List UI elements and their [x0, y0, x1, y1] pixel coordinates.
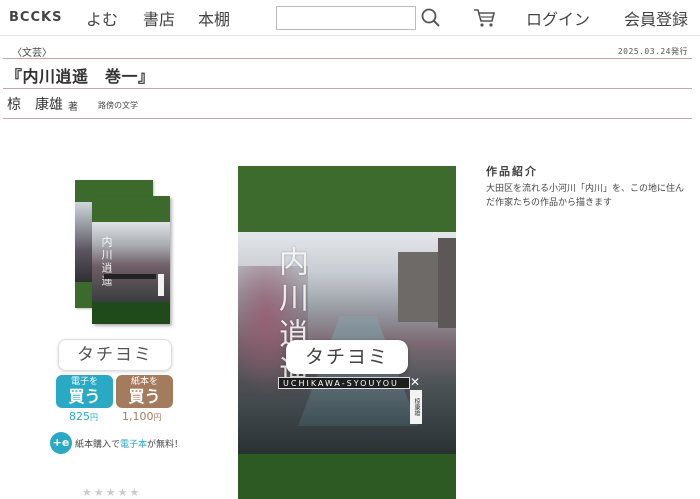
site-logo[interactable]: BCCKS — [9, 10, 62, 25]
rating-stars[interactable]: ★★★★★ — [82, 486, 141, 499]
divider — [3, 118, 692, 119]
cover-romaji: UCHIKAWA-SYOUYOU — [278, 377, 410, 389]
tachiyomi-button[interactable]: タチヨミ — [58, 339, 172, 371]
search-input[interactable] — [276, 6, 416, 30]
publisher-label[interactable]: 路傍の文学 — [98, 100, 138, 111]
description-heading: 作品紹介 — [486, 165, 538, 178]
paper-price: 1,100円 — [122, 410, 162, 423]
nav-hondana[interactable]: 本棚 — [198, 6, 230, 30]
publish-date: 2025.03.24発行 — [617, 47, 688, 56]
search-icon[interactable] — [420, 7, 442, 29]
nav-register[interactable]: 会員登録 — [624, 6, 688, 30]
ebook-plus-icon: +e — [50, 432, 72, 454]
book-title: 『内川逍遥 巻一』 — [6, 67, 155, 86]
nav-shoten[interactable]: 書店 — [143, 6, 175, 30]
nav-login[interactable]: ログイン — [526, 6, 590, 30]
buy-paper-verb: 買う — [128, 387, 161, 406]
nav-yomu[interactable]: よむ — [86, 6, 118, 30]
tachiyomi-cover-button[interactable]: タチヨミ — [286, 340, 408, 374]
cover-author-tag: 椋康雄 — [410, 390, 422, 424]
cart-icon[interactable] — [472, 7, 496, 29]
promo-text: 紙本購入で電子本が無料！ — [75, 440, 184, 450]
description-body: 大田区を流れる小河川「内川」を、この地に住んだ作家たちの作品から描きます — [486, 184, 685, 208]
author-role: 著 — [68, 102, 78, 113]
book-3d-image[interactable]: 内川逍遥 — [72, 178, 174, 328]
ebook-price: 825円 — [69, 410, 98, 423]
divider — [3, 88, 692, 89]
book-front-cover: 内川逍遥 — [92, 196, 170, 324]
buy-paper-button[interactable]: 紙本を 買う — [116, 375, 173, 408]
author-name[interactable]: 椋 康雄 — [7, 94, 63, 114]
buy-ebook-button[interactable]: 電子を 買う — [56, 375, 113, 408]
book-thumb-title: 内川逍遥 — [100, 236, 113, 288]
book-category[interactable]: 〈文芸〉 — [12, 44, 52, 59]
buy-ebook-verb: 買う — [68, 387, 101, 406]
divider — [3, 58, 692, 59]
cover-mark: ✕ — [410, 375, 421, 389]
site-header: BCCKS よむ 書店 本棚 ログイン 会員登録 — [0, 0, 700, 36]
book-cover-large[interactable]: 内川逍遥 UCHIKAWA-SYOUYOU ✕ 椋康雄 — [238, 166, 456, 499]
